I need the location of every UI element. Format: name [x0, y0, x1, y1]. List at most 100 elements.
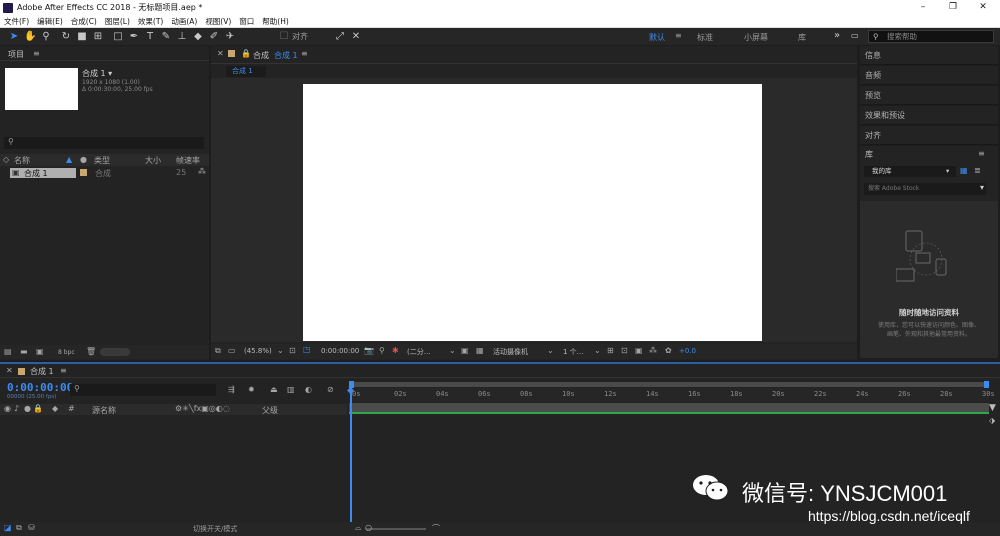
new-folder-icon[interactable]: ▬ [20, 347, 28, 356]
close-tab-icon[interactable]: ✕ [6, 366, 13, 375]
zoom-slider-knob[interactable]: ○ [365, 523, 372, 532]
menu-file[interactable]: 文件(F) [4, 16, 29, 27]
resolution-dropdown[interactable]: (二分… [407, 347, 431, 357]
project-row[interactable]: ▣ 合成 1 合成 25 ⁂ [0, 167, 209, 179]
project-panel-title[interactable]: 项目 [8, 49, 24, 60]
camera-dropdown[interactable]: 活动摄像机 [493, 347, 528, 357]
current-time[interactable]: 0:00:00:00 [321, 347, 359, 355]
work-area-bar[interactable] [349, 403, 989, 412]
in-out-icon[interactable]: ⛁ [28, 523, 35, 532]
zoom-dropdown[interactable]: (45.8%) [244, 347, 272, 355]
delete-icon[interactable]: 🗑 [86, 347, 96, 356]
panel-menu-icon[interactable]: ≡ [60, 366, 67, 375]
pen-tool-icon[interactable]: ✒ [128, 31, 140, 43]
time-navigator[interactable] [349, 381, 989, 388]
visibility-icon[interactable]: ◉ [4, 404, 11, 413]
layer-list[interactable] [0, 416, 347, 522]
composition-panel-title[interactable]: 合成 [253, 50, 269, 61]
menu-effect[interactable]: 效果(T) [138, 16, 163, 27]
label-icon[interactable]: ◆ [52, 404, 58, 413]
col-name[interactable]: 名称 [14, 155, 30, 166]
hand-tool-icon[interactable]: ✋ [24, 31, 36, 43]
interpret-footage-icon[interactable]: ▤ [4, 347, 12, 356]
comp-canvas[interactable] [303, 84, 762, 341]
comp-subtab[interactable]: 合成 1 [226, 66, 266, 77]
toggle-transparency-icon[interactable]: ▣ [635, 346, 643, 355]
list-view-icon[interactable]: ≣ [974, 166, 981, 175]
workspace-default[interactable]: 默认 [649, 32, 665, 43]
col-type[interactable]: 类型 [94, 155, 110, 166]
frame-blending-icon[interactable]: ▥ [287, 385, 295, 394]
menu-composition[interactable]: 合成(C) [71, 16, 97, 27]
flowchart-icon[interactable]: ⁂ [649, 346, 657, 355]
scale-icon[interactable]: ✕ [350, 31, 362, 43]
navigator-end-handle[interactable] [984, 381, 989, 388]
lock-icon[interactable]: 🔒 [33, 404, 43, 413]
brush-tool-icon[interactable]: ✎ [160, 31, 172, 43]
rectangle-tool-icon[interactable]: □ [112, 31, 124, 43]
type-tool-icon[interactable]: T [144, 31, 156, 43]
display-icon[interactable]: ▭ [228, 346, 236, 355]
new-comp-icon[interactable]: ▣ [36, 347, 44, 356]
more-workspaces-button[interactable]: » [834, 30, 840, 41]
lock-icon[interactable]: 🔒 [241, 49, 251, 58]
pan-behind-tool-icon[interactable]: ⊞ [92, 31, 104, 43]
panel-menu-icon[interactable]: ≡ [33, 49, 40, 58]
workspace-standard[interactable]: 标准 [697, 32, 713, 43]
channel-icon[interactable]: ✱ [392, 346, 399, 355]
menu-edit[interactable]: 编辑(E) [37, 16, 63, 27]
audio-panel-tab[interactable]: 音频 [860, 66, 998, 85]
roto-brush-tool-icon[interactable]: ✐ [208, 31, 220, 43]
timeline-zoom-slider[interactable] [366, 528, 426, 530]
show-snapshot-icon[interactable]: ⚲ [379, 346, 385, 355]
draft-3d-icon[interactable]: ✹ [248, 385, 255, 394]
workspace-small-screen[interactable]: 小屏幕 [744, 32, 768, 43]
grid-view-icon[interactable]: ▦ [960, 166, 968, 175]
fast-previews-icon[interactable]: ⊡ [621, 346, 628, 355]
align-panel-tab[interactable]: 对齐 [860, 126, 998, 145]
workspace-library[interactable]: 库 [798, 32, 806, 43]
composition-tab-name[interactable]: 合成 1 [274, 50, 298, 61]
col-size[interactable]: 大小 [145, 155, 161, 166]
comp-name-dropdown[interactable]: 合成 1 ▾ [82, 68, 112, 79]
safe-area-icon[interactable]: ⊡ [289, 346, 296, 355]
panel-menu-icon[interactable]: ≡ [301, 49, 308, 58]
close-tab-icon[interactable]: ✕ [217, 49, 224, 58]
display-icon[interactable]: ▭ [851, 31, 859, 40]
maximize-button[interactable]: ❐ [938, 0, 968, 15]
panel-menu-icon[interactable]: ≡ [978, 149, 985, 158]
transparency-grid-icon[interactable]: ▦ [476, 346, 484, 355]
info-panel-tab[interactable]: 信息 [860, 46, 998, 65]
libraries-panel-title[interactable]: 库 [865, 149, 873, 160]
clone-stamp-tool-icon[interactable]: ⊥ [176, 31, 188, 43]
work-area-end-handle[interactable]: ▼ [989, 403, 996, 413]
menu-layer[interactable]: 图层(L) [105, 16, 130, 27]
solo-icon[interactable]: ● [24, 404, 31, 413]
views-dropdown[interactable]: 1 个… [563, 347, 584, 357]
bit-depth[interactable]: 8 bpc [58, 349, 75, 356]
menu-help[interactable]: 帮助(H) [262, 16, 289, 27]
puppet-pin-tool-icon[interactable]: ✈ [224, 31, 236, 43]
always-preview-icon[interactable]: ⧉ [215, 346, 221, 356]
selection-tool-icon[interactable]: ➤ [8, 31, 20, 43]
rotate-tool-icon[interactable]: ↻ [60, 31, 72, 43]
graph-editor-icon[interactable]: ⊘ [327, 385, 334, 394]
motion-blur-icon[interactable]: ◐ [305, 385, 312, 394]
effects-presets-panel-tab[interactable]: 效果和预设 [860, 106, 998, 125]
col-fps[interactable]: 帧速率 [176, 155, 200, 166]
zoom-tool-icon[interactable]: ⚲ [40, 31, 52, 43]
menu-animation[interactable]: 动画(A) [171, 16, 197, 27]
stock-search-input[interactable]: 搜索 Adobe Stock [864, 183, 986, 195]
source-name-column[interactable]: 源名称 [92, 405, 116, 416]
switches-icons[interactable]: ⚙✳╲fx▣◎◐◌ [175, 404, 230, 413]
snapshot-icon[interactable]: 📷 [364, 346, 374, 355]
project-search-input[interactable]: ⚲ [4, 137, 204, 149]
workspace-menu-icon[interactable]: ≡ [675, 31, 682, 40]
eraser-tool-icon[interactable]: ◆ [192, 31, 204, 43]
transfer-controls-icon[interactable]: ⧉ [16, 523, 22, 533]
timeline-tab-name[interactable]: 合成 1 [30, 366, 54, 377]
label-color-swatch[interactable] [80, 169, 87, 176]
zoom-out-icon[interactable]: ⌓ [355, 523, 361, 533]
snap-checkbox-icon[interactable]: ☐ [278, 31, 290, 43]
align-label[interactable]: 对齐 [292, 31, 308, 42]
